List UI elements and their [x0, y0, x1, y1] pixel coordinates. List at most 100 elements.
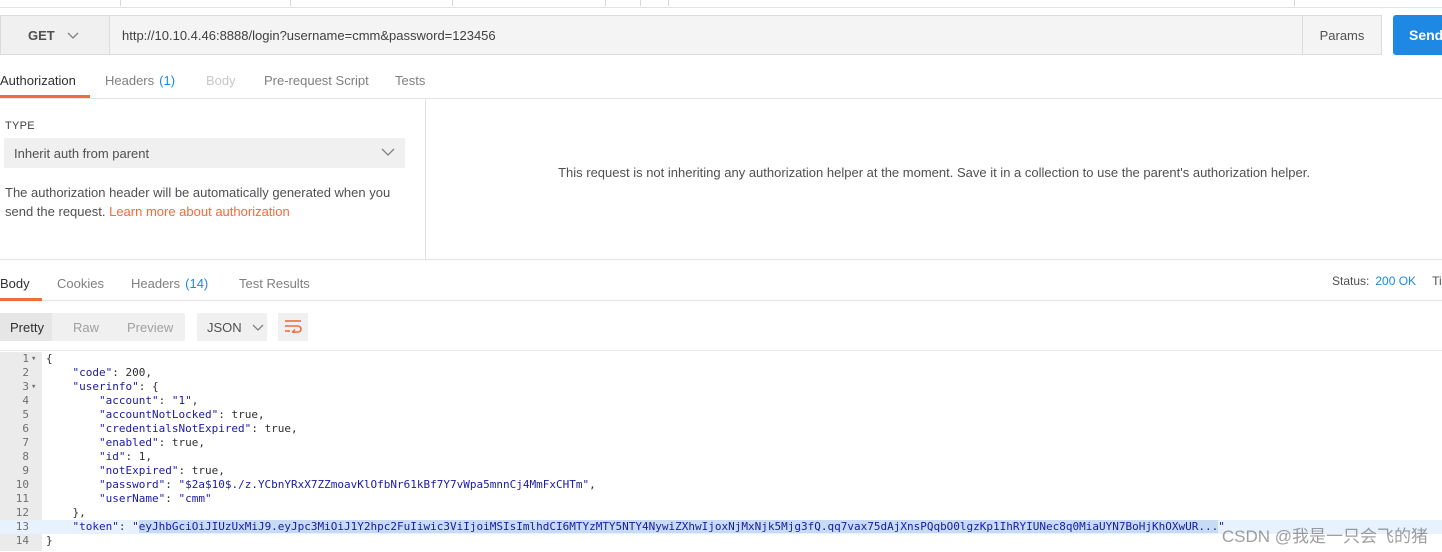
- view-mode-label: Preview: [127, 319, 174, 335]
- line-number: 4: [22, 394, 29, 407]
- code-text: "code": 200,: [72, 366, 153, 379]
- code-text: "accountNotLocked": true,: [98, 408, 265, 421]
- code-line: 4 "account": "1",: [0, 394, 1442, 408]
- time-label: Tim: [1432, 274, 1442, 288]
- auth-type-select[interactable]: Inherit auth from parent: [4, 138, 405, 168]
- code-line: 2 "code": 200,: [0, 366, 1442, 380]
- tab-label: Body: [0, 275, 30, 291]
- line-number: 13: [15, 520, 29, 533]
- code-text: {: [46, 352, 53, 365]
- code-line: 11 "userName": "cmm": [0, 492, 1442, 506]
- code-line: 10 "password": "$2a$10$./z.YCbnYRxX7ZZmo…: [0, 478, 1442, 492]
- view-mode-label: Pretty: [10, 319, 44, 335]
- preview-button[interactable]: Preview: [127, 313, 173, 341]
- format-value: JSON: [207, 319, 242, 335]
- fold-arrow-icon[interactable]: ▾: [31, 352, 36, 366]
- code-text: "credentialsNotExpired": true,: [98, 422, 298, 435]
- code-text: "userinfo": {: [72, 380, 159, 393]
- tab-authorization[interactable]: Authorization: [0, 63, 90, 98]
- wrap-icon: [284, 319, 302, 336]
- code-line: 9 "notExpired": true,: [0, 464, 1442, 478]
- auth-description: The authorization header will be automat…: [5, 183, 400, 221]
- method-label: GET: [28, 27, 55, 43]
- line-number: 3: [22, 380, 29, 393]
- tab-label: Pre-request Script: [264, 72, 369, 88]
- auth-type-label: TYPE: [5, 120, 35, 132]
- chevron-down-icon: [67, 28, 79, 43]
- tab-label: Test Results: [239, 275, 310, 291]
- line-number: 12: [15, 506, 29, 519]
- tab-response-headers[interactable]: Headers (14): [131, 266, 208, 300]
- code-text: "userName": "cmm": [98, 492, 212, 505]
- view-mode-group: Pretty Raw Preview: [0, 313, 185, 341]
- tab-count: (1): [159, 72, 176, 88]
- request-tabs: Authorization Headers (1) Body Pre-reque…: [0, 63, 1442, 99]
- chevron-down-icon: [252, 320, 264, 335]
- auth-type-value: Inherit auth from parent: [14, 145, 150, 161]
- code-line: 1 ▾ {: [0, 352, 1442, 366]
- code-text: "notExpired": true,: [98, 464, 225, 477]
- watermark: CSDN @我是一只会飞的猪: [1221, 527, 1428, 546]
- learn-more-link[interactable]: Learn more about authorization: [109, 204, 290, 219]
- auth-info-message: This request is not inheriting any autho…: [558, 165, 1310, 180]
- tab-headers[interactable]: Headers (1): [105, 63, 175, 97]
- divider: [0, 259, 1442, 260]
- code-text: "account": "1",: [98, 394, 199, 407]
- view-mode-label: Raw: [73, 319, 100, 335]
- chevron-down-icon: [381, 145, 395, 160]
- tab-response-body[interactable]: Body: [0, 266, 42, 301]
- status-label: Status:: [1332, 274, 1370, 288]
- code-text: "token": "eyJhbGciOiJIUzUxMiJ9.eyJpc3MiO…: [72, 520, 1225, 533]
- method-select[interactable]: GET: [0, 15, 110, 55]
- tab-tests[interactable]: Tests: [395, 63, 425, 97]
- status-value: 200 OK: [1375, 274, 1417, 288]
- line-number: 9: [22, 464, 29, 477]
- wrap-lines-button[interactable]: [278, 313, 308, 341]
- params-label: Params: [1319, 27, 1365, 43]
- line-number: 2: [22, 366, 29, 379]
- line-number: 8: [22, 450, 29, 463]
- tab-test-results[interactable]: Test Results: [239, 266, 310, 300]
- code-text: "password": "$2a$10$./z.YCbnYRxX7ZZmoavK…: [98, 478, 596, 491]
- line-number: 11: [15, 492, 29, 505]
- code-line: 3 ▾ "userinfo": {: [0, 380, 1442, 394]
- url-text: http://10.10.4.46:8888/login?username=cm…: [122, 27, 496, 43]
- tab-label: Body: [206, 72, 236, 88]
- code-text: }: [46, 534, 53, 547]
- code-line: 7 "enabled": true,: [0, 436, 1442, 450]
- url-input[interactable]: http://10.10.4.46:8888/login?username=cm…: [110, 15, 1302, 55]
- line-number: 1: [22, 352, 29, 365]
- line-number: 5: [22, 408, 29, 421]
- response-status: Status: 200 OK Tim: [1332, 274, 1442, 288]
- tab-count: (14): [185, 275, 209, 291]
- tab-label: Headers: [105, 72, 155, 88]
- code-line: 8 "id": 1,: [0, 450, 1442, 464]
- tab-label: Authorization: [0, 72, 76, 88]
- tab-body[interactable]: Body: [206, 63, 236, 97]
- window-tab-strip: [0, 0, 1442, 8]
- pretty-button[interactable]: Pretty: [0, 313, 52, 341]
- auth-settings-panel: [0, 98, 426, 259]
- send-label: Send: [1409, 27, 1442, 43]
- line-number: 6: [22, 422, 29, 435]
- code-text: "enabled": true,: [98, 436, 205, 449]
- raw-button[interactable]: Raw: [73, 313, 99, 341]
- line-number: 7: [22, 436, 29, 449]
- tab-pre-request-script[interactable]: Pre-request Script: [264, 63, 369, 97]
- fold-arrow-icon[interactable]: ▾: [31, 380, 36, 394]
- line-number: 14: [15, 534, 29, 547]
- code-line: 12 },: [0, 506, 1442, 520]
- code-line: 5 "accountNotLocked": true,: [0, 408, 1442, 422]
- format-select[interactable]: JSON: [197, 313, 267, 341]
- tab-cookies[interactable]: Cookies: [57, 266, 104, 300]
- code-text: },: [46, 506, 86, 519]
- tab-label: Cookies: [57, 275, 104, 291]
- line-number: 10: [15, 478, 29, 491]
- code-line: 6 "credentialsNotExpired": true,: [0, 422, 1442, 436]
- code-text: "id": 1,: [98, 450, 152, 463]
- send-button[interactable]: Send: [1393, 15, 1442, 55]
- response-tabs: Body Cookies Headers (14) Test Results: [0, 266, 1442, 301]
- params-button[interactable]: Params: [1302, 15, 1382, 55]
- tab-label: Tests: [395, 72, 426, 88]
- tab-label: Headers: [131, 275, 181, 291]
